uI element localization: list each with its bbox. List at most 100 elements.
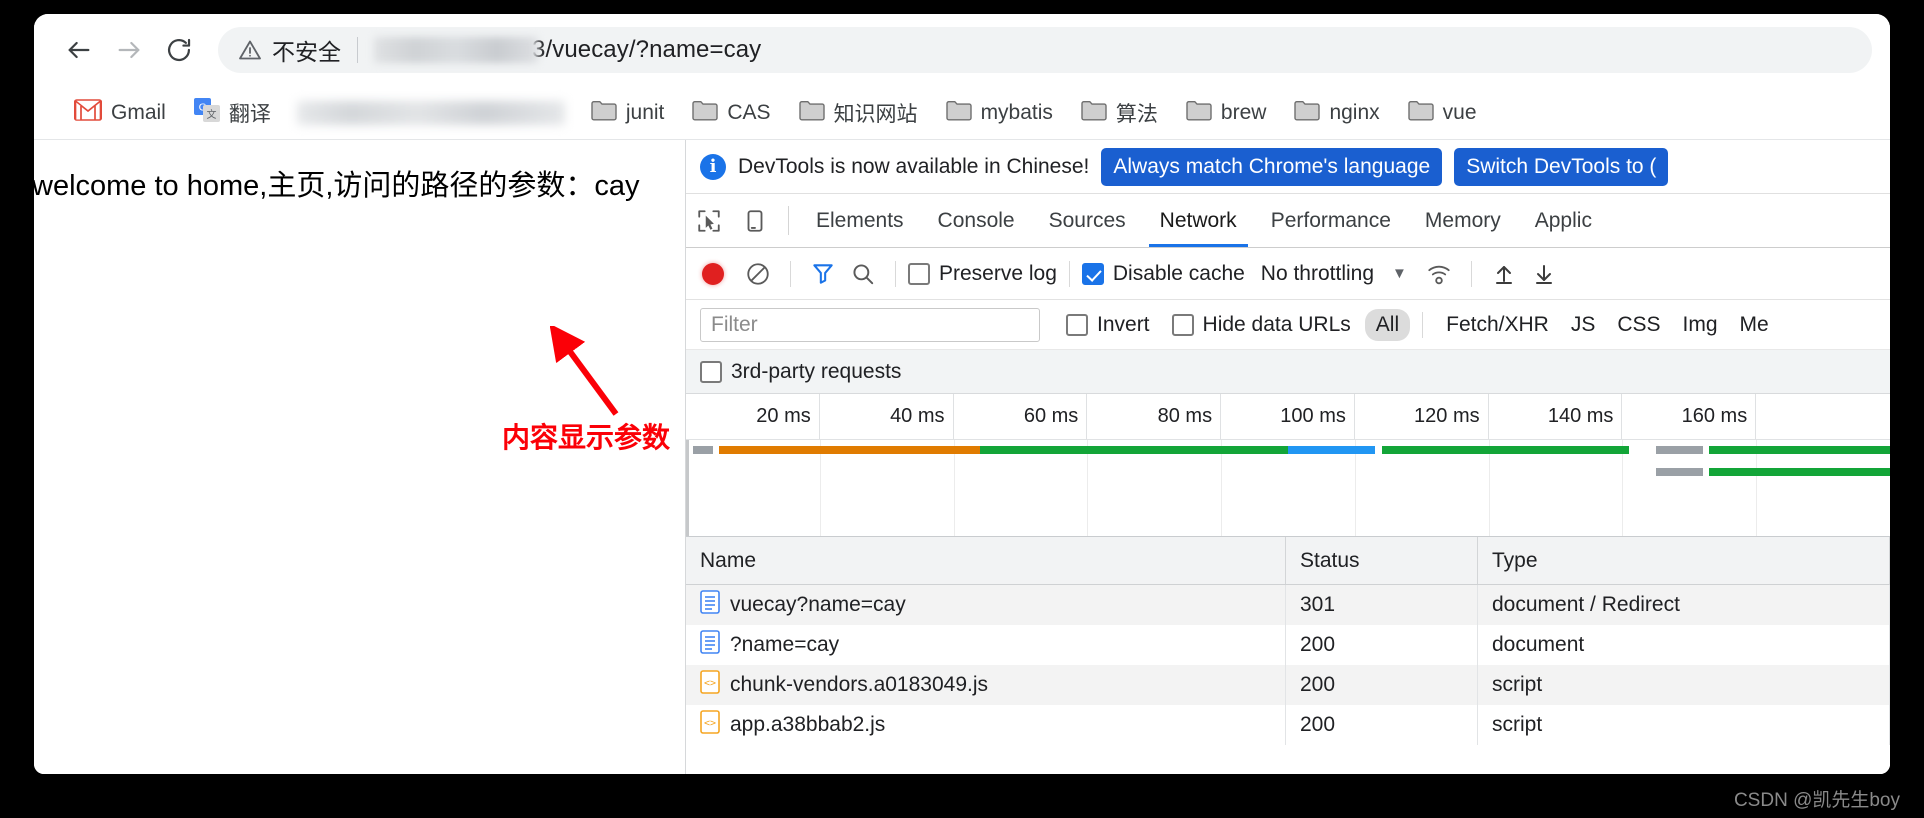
filter-type-media[interactable]: Me (1729, 309, 1780, 341)
tab-network[interactable]: Network (1143, 194, 1254, 247)
network-conditions-icon[interactable] (1419, 261, 1459, 287)
filter-type-all[interactable]: All (1364, 308, 1411, 341)
checkbox-box[interactable] (1171, 313, 1194, 336)
search-icon[interactable] (843, 261, 883, 287)
column-header-status[interactable]: Status (1286, 537, 1478, 584)
cell-status: 200 (1286, 625, 1478, 665)
not-secure-warning-icon (238, 38, 262, 62)
requests-table-header: Name Status Type (686, 537, 1890, 585)
cell-name: ?name=cay (686, 625, 1286, 665)
cell-type: script (1478, 705, 1890, 745)
omnibox-url-text: 3/vuecay/?name=cay (532, 36, 762, 63)
checkbox-box[interactable] (908, 262, 930, 285)
hide-data-urls-checkbox[interactable]: Hide data URLs (1171, 313, 1351, 337)
tab-console[interactable]: Console (921, 194, 1032, 247)
omnibox-divider (357, 37, 358, 63)
chevron-down-icon[interactable]: ▼ (1392, 265, 1407, 282)
bookmark-junit[interactable]: junit (577, 93, 679, 133)
preserve-log-checkbox[interactable]: Preserve log (908, 262, 1057, 286)
cell-type: document (1478, 625, 1890, 665)
browser-toolbar: 不安全 3/vuecay/?name=cay (34, 14, 1890, 86)
browser-window: 不安全 3/vuecay/?name=cay Gmail G文 翻译 junit… (34, 14, 1890, 774)
third-party-requests-checkbox[interactable]: 3rd-party requests (700, 360, 901, 384)
inspect-element-icon[interactable] (686, 194, 732, 247)
timeline-gridline (1756, 440, 1758, 536)
timeline-gridline (1488, 440, 1490, 536)
folder-icon (1081, 99, 1107, 127)
bookmark-label: brew (1220, 100, 1267, 124)
svg-text:<>: <> (704, 678, 716, 689)
back-button[interactable] (56, 27, 102, 73)
script-icon: <> (700, 710, 720, 740)
cell-name: <> app.a38bbab2.js (686, 705, 1286, 745)
bookmark-mybatis[interactable]: mybatis (932, 93, 1067, 133)
device-toolbar-icon[interactable] (732, 194, 778, 247)
filter-icon[interactable] (803, 261, 843, 287)
bookmark-vue[interactable]: vue (1394, 93, 1491, 133)
omnibox[interactable]: 不安全 3/vuecay/?name=cay (218, 27, 1872, 73)
checkbox-box[interactable] (700, 360, 722, 383)
third-party-requests-label: 3rd-party requests (731, 359, 902, 383)
bookmark-cas[interactable]: CAS (678, 93, 784, 133)
import-har-icon[interactable] (1484, 262, 1524, 286)
folder-icon (1186, 99, 1212, 127)
forward-button[interactable] (106, 27, 152, 73)
bookmark-label: Gmail (111, 100, 166, 124)
clear-icon[interactable] (738, 261, 778, 287)
omnibox-url: 3/vuecay/?name=cay (374, 36, 761, 64)
folder-icon (692, 99, 719, 127)
cell-name: <> chunk-vendors.a0183049.js (686, 665, 1286, 705)
request-name: vuecay?name=cay (730, 593, 906, 616)
bookmark-label: vue (1442, 100, 1477, 124)
table-row[interactable]: ?name=cay 200 document (686, 625, 1890, 665)
annotation-arrow-icon (550, 326, 619, 416)
bookmark-gmail[interactable]: Gmail (60, 93, 180, 133)
throttling-select[interactable]: No throttling (1261, 262, 1374, 286)
bookmark-nginx[interactable]: nginx (1280, 93, 1393, 133)
network-overview-timeline[interactable]: 20 ms 40 ms 60 ms 80 ms 100 ms 120 ms 140 ms 16… (686, 394, 1890, 537)
table-row[interactable]: <> chunk-vendors.a0183049.js 200 script (686, 665, 1890, 705)
export-har-icon[interactable] (1524, 262, 1564, 286)
filter-type-css[interactable]: CSS (1606, 309, 1671, 341)
annotation-label: 内容显示参数 (502, 421, 671, 454)
tab-application[interactable]: Applic (1518, 194, 1609, 247)
timeline-segment (719, 446, 981, 454)
timeline-tick: 100 ms (1221, 394, 1355, 439)
filter-input[interactable] (700, 307, 1040, 342)
bookmark-translate[interactable]: G文 翻译 (180, 92, 285, 134)
tab-sources[interactable]: Sources (1032, 194, 1143, 247)
column-header-name[interactable]: Name (686, 537, 1286, 584)
record-button[interactable] (702, 262, 724, 285)
timeline-gridline (1354, 440, 1356, 536)
disable-cache-checkbox[interactable]: Disable cache (1081, 262, 1245, 286)
checkbox-box[interactable] (1066, 313, 1088, 336)
checkbox-box[interactable] (1081, 262, 1104, 285)
bookmark-label: CAS (727, 100, 771, 124)
devtools-panel: i DevTools is now available in Chinese! … (686, 140, 1890, 774)
column-header-type[interactable]: Type (1478, 537, 1890, 584)
preserve-log-label: Preserve log (939, 261, 1057, 285)
filter-type-img[interactable]: Img (1672, 309, 1729, 341)
timeline-tick: 160 ms (1622, 394, 1757, 439)
tab-elements[interactable]: Elements (799, 194, 921, 247)
cell-type: script (1478, 665, 1890, 705)
timeline-gridline (819, 440, 821, 536)
always-match-language-button[interactable]: Always match Chrome's language (1101, 147, 1443, 186)
reload-button[interactable] (156, 27, 202, 73)
tab-memory[interactable]: Memory (1408, 194, 1518, 247)
filter-type-js[interactable]: JS (1560, 309, 1607, 341)
tab-performance[interactable]: Performance (1254, 194, 1408, 247)
table-row[interactable]: vuecay?name=cay 301 document / Redirect (686, 585, 1890, 625)
banner-message: DevTools is now available in Chinese! (738, 154, 1090, 178)
invert-checkbox[interactable]: Invert (1066, 313, 1150, 337)
switch-devtools-language-button[interactable]: Switch DevTools to ( (1454, 147, 1669, 186)
timeline-left-edge (686, 440, 689, 536)
filter-type-fetch-xhr[interactable]: Fetch/XHR (1435, 309, 1560, 341)
folder-icon (1294, 99, 1321, 127)
timeline-segment (1655, 468, 1703, 476)
bookmark-algorithms[interactable]: 算法 (1067, 92, 1172, 134)
table-row[interactable]: <> app.a38bbab2.js 200 script (686, 705, 1890, 745)
timeline-segment (1381, 446, 1630, 454)
bookmark-brew[interactable]: brew (1172, 93, 1281, 133)
bookmark-knowledge-sites[interactable]: 知识网站 (785, 92, 932, 134)
